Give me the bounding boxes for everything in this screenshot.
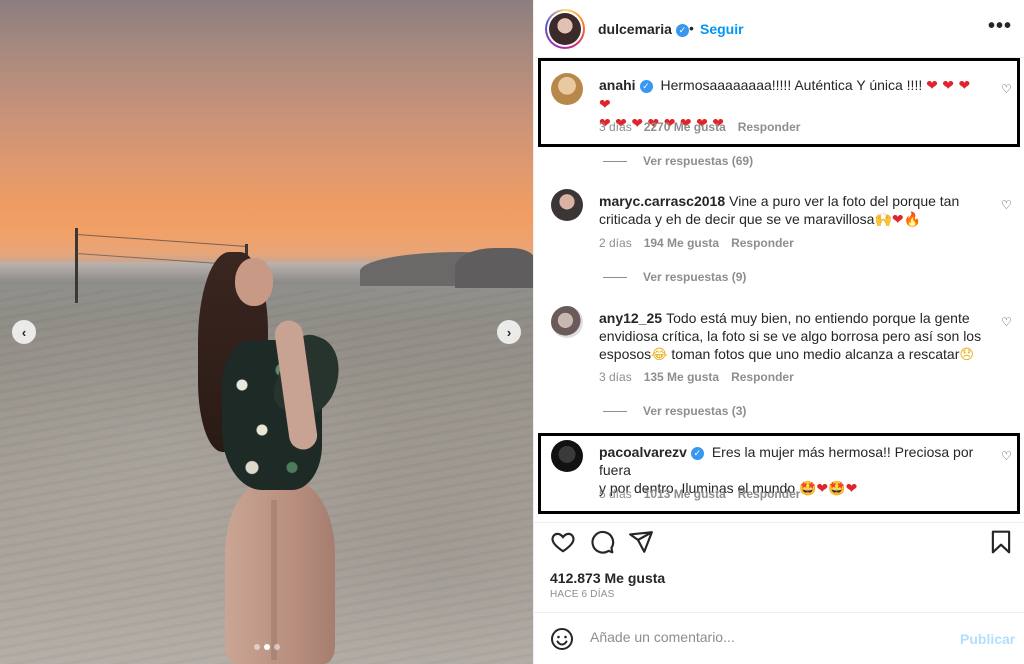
header-separator: •: [689, 20, 694, 36]
verified-icon: ✓: [675, 24, 689, 37]
post-actions: [534, 522, 1024, 562]
emojis: 🙌❤🔥: [874, 212, 922, 228]
view-replies-button[interactable]: Ver respuestas (69): [603, 154, 753, 168]
emojis: 🤩❤🤩❤: [799, 481, 858, 497]
view-replies-button[interactable]: Ver respuestas (3): [603, 404, 746, 418]
comment-time: 2 días: [599, 236, 632, 250]
publish-button[interactable]: Publicar: [960, 631, 1015, 647]
comment-time: 5 días: [599, 487, 632, 501]
commenter-username[interactable]: pacoalvarezv ✓: [599, 444, 704, 460]
reply-button[interactable]: Responder: [738, 487, 801, 501]
bookmark-icon[interactable]: [988, 529, 1014, 555]
mountain: [455, 248, 533, 288]
woman-head: [235, 258, 273, 306]
like-comment-heart-icon[interactable]: ♡: [1001, 449, 1012, 463]
author-username[interactable]: dulcemaria ✓: [598, 21, 689, 37]
comment-text: criticada y eh de decir que se ve maravi…: [599, 211, 875, 227]
comment-likes[interactable]: 135 Me gusta: [644, 370, 719, 384]
carousel-next-button[interactable]: ›: [497, 320, 521, 344]
reply-button[interactable]: Responder: [731, 236, 794, 250]
like-comment-heart-icon[interactable]: ♡: [1001, 315, 1012, 329]
carousel-prev-button[interactable]: ‹: [12, 320, 36, 344]
comment-likes[interactable]: 2270 Me gusta: [644, 120, 726, 134]
follow-button[interactable]: Seguir: [700, 21, 744, 37]
post-photo: ‹ ›: [0, 0, 533, 664]
comment-likes[interactable]: 194 Me gusta: [644, 236, 719, 250]
commenter-avatar[interactable]: [551, 306, 583, 338]
comment-text: Todo está muy bien, no entiendo porque l…: [666, 310, 970, 326]
sad-emoji: 😞: [959, 347, 974, 363]
verified-icon: ✓: [690, 446, 704, 460]
post-header: dulcemaria ✓ • Seguir •••: [534, 0, 1024, 58]
commenter-username[interactable]: anahi ✓: [599, 77, 653, 93]
commenter-avatar[interactable]: [551, 189, 583, 221]
comment-text: esposos: [599, 346, 652, 362]
carousel-dot[interactable]: [254, 644, 260, 650]
comment-likes[interactable]: 1013 Me gusta: [644, 487, 726, 501]
laughing-emoji: 😂: [651, 347, 668, 363]
post-sidebar: dulcemaria ✓ • Seguir ••• anahi ✓ Hermosaa…: [533, 0, 1024, 664]
smile-icon[interactable]: [550, 627, 574, 651]
post-time: HACE 6 DÍAS: [550, 589, 615, 600]
commenter-username[interactable]: any12_25: [599, 310, 662, 326]
reply-button[interactable]: Responder: [731, 370, 794, 384]
comment-text: toman fotos que uno medio alcanza a resc…: [671, 346, 960, 362]
more-options-icon[interactable]: •••: [988, 15, 1012, 38]
comment-text: Hermosaaaaaaaa!!!!! Auténtica Y única !!…: [660, 77, 923, 93]
verified-icon: ✓: [639, 79, 653, 93]
like-comment-heart-icon[interactable]: ♡: [1001, 198, 1012, 212]
reply-button[interactable]: Responder: [738, 120, 801, 134]
add-comment-bar: Publicar: [534, 612, 1024, 664]
carousel-dot[interactable]: [274, 644, 280, 650]
likes-count[interactable]: 412.873 Me gusta: [550, 570, 665, 586]
heart-icon[interactable]: [550, 529, 576, 555]
share-icon[interactable]: [628, 529, 654, 555]
comment-time: 3 días: [599, 370, 632, 384]
commenter-avatar[interactable]: [551, 440, 583, 472]
commenter-username[interactable]: maryc.carrasc2018: [599, 193, 725, 209]
view-replies-button[interactable]: Ver respuestas (9): [603, 270, 746, 284]
commenter-avatar[interactable]: [551, 73, 583, 105]
comment-icon[interactable]: [589, 529, 615, 555]
carousel-dots: [254, 644, 280, 650]
chevron-right-icon: ›: [506, 324, 512, 340]
comment-input[interactable]: [590, 629, 930, 645]
comment-time: 3 días: [599, 120, 632, 134]
comment-text: envidiosa crítica, la foto si se ve algo…: [599, 328, 982, 344]
woman-legs: [225, 480, 335, 664]
like-comment-heart-icon[interactable]: ♡: [1001, 82, 1012, 96]
chevron-left-icon: ‹: [21, 324, 27, 340]
author-avatar[interactable]: [545, 9, 585, 49]
comment-text: Vine a puro ver la foto del porque tan: [729, 193, 960, 209]
carousel-dot-active[interactable]: [264, 644, 270, 650]
